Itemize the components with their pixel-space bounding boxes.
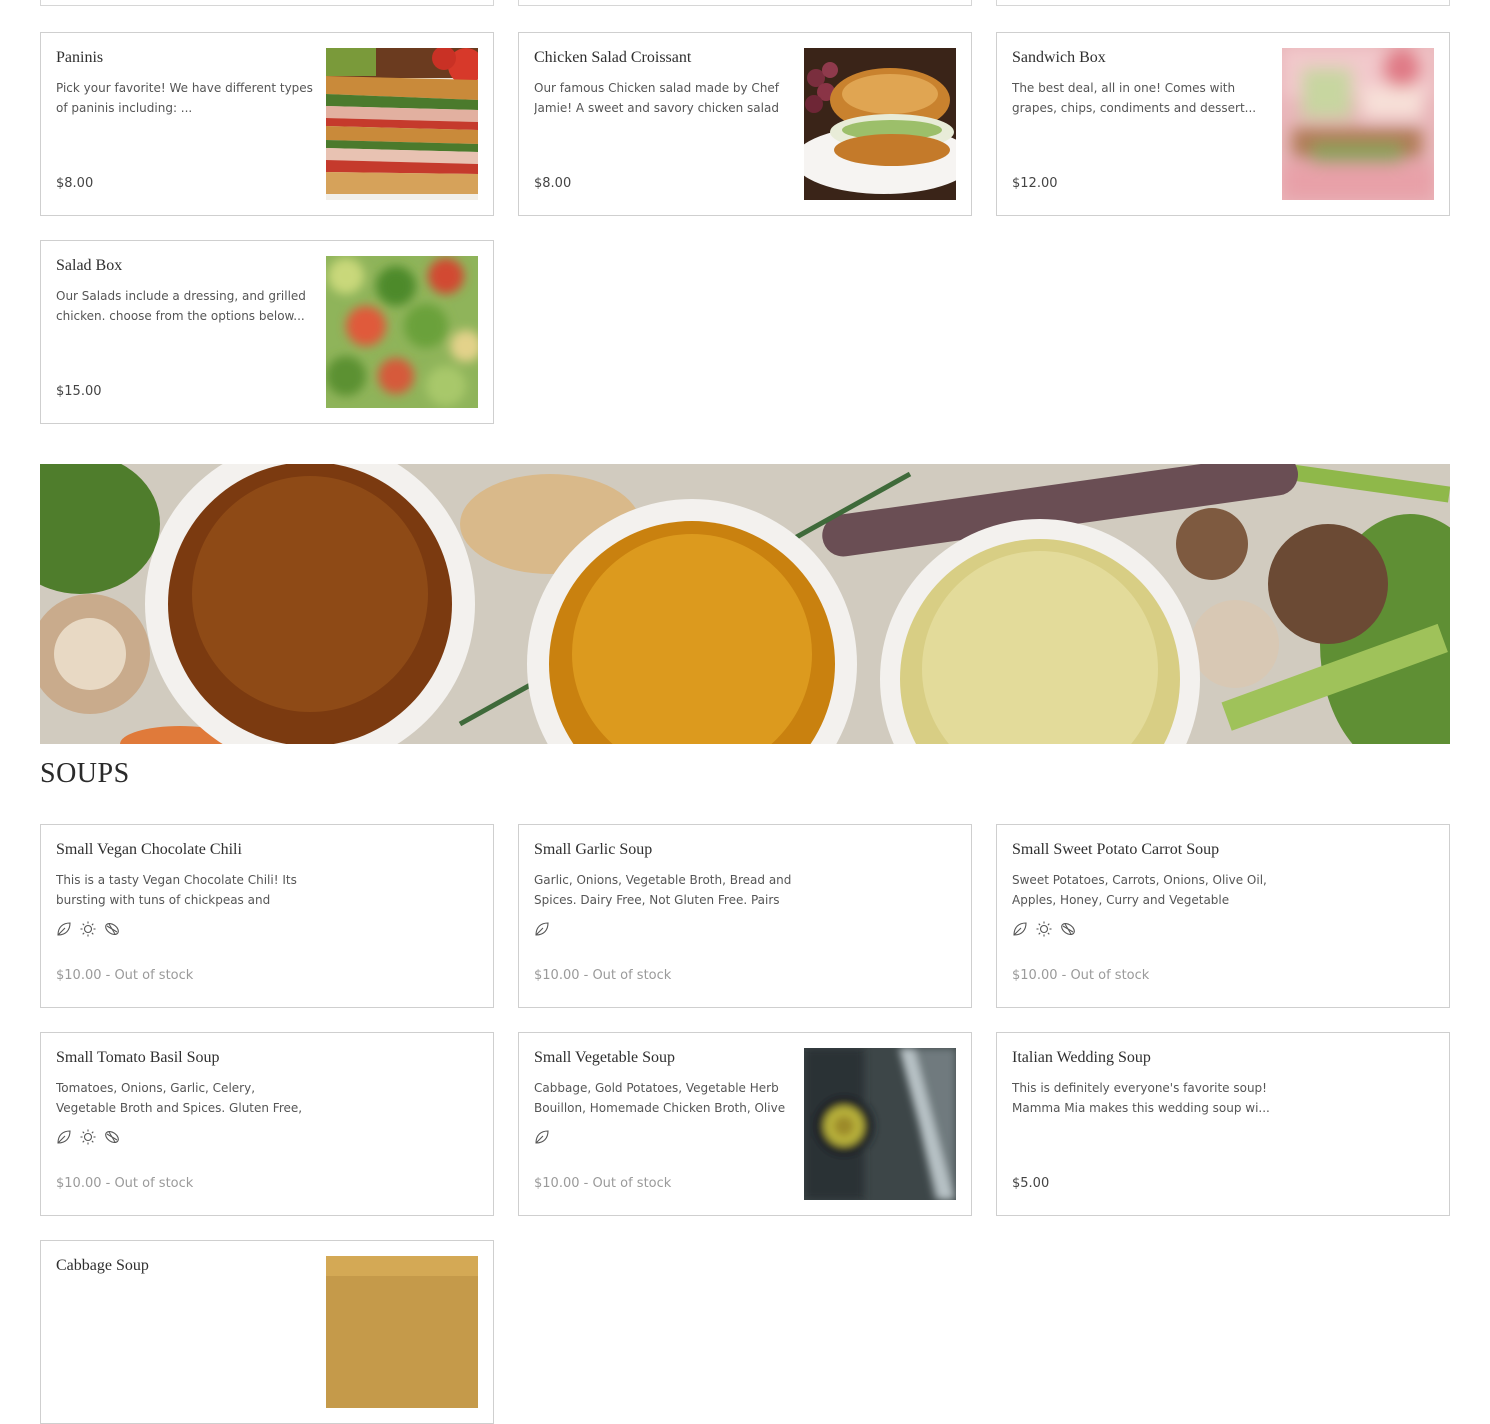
cabbage-soup-photo [326,1256,478,1408]
menu-item-garlic-soup[interactable]: Small Garlic Soup Garlic, Onions, Vegeta… [518,824,972,1008]
spicy-sun-icon [80,1129,96,1145]
item-description: This is a tasty Vegan Chocolate Chili! I… [56,873,297,907]
item-price: $8.00 [56,176,94,191]
item-description: Garlic, Onions, Vegetable Broth, Bread a… [534,873,792,907]
menu-item-paninis[interactable]: Paninis Pick your favorite! We have diff… [40,32,494,216]
spicy-sun-icon [1036,921,1052,937]
vegan-leaf-icon [1012,921,1028,937]
item-price: $12.00 [1012,176,1058,191]
panini-photo [326,48,478,200]
item-title: Small Sweet Potato Carrot Soup [1012,841,1220,858]
menu-item-vegan-chocolate-chili[interactable]: Small Vegan Chocolate Chili This is a ta… [40,824,494,1008]
menu-card-partial[interactable] [40,0,494,6]
menu-item-vegetable-soup[interactable]: Small Vegetable Soup Cabbage, Gold Potat… [518,1032,972,1216]
croissant-photo [804,48,956,200]
menu-card-partial[interactable] [996,0,1450,6]
item-price: $10.00 - Out of stock [56,968,194,983]
item-title: Small Garlic Soup [534,841,653,858]
item-title: Sandwich Box [1012,49,1106,66]
spicy-sun-icon [80,921,96,937]
item-title: Chicken Salad Croissant [534,49,692,66]
item-description: Our famous Chicken salad made by Chef Ja… [534,81,780,115]
vegetable-soup-photo [804,1048,956,1200]
salad-photo [326,256,478,408]
item-title: Paninis [56,49,104,66]
item-price: $10.00 - Out of stock [534,1176,672,1191]
item-price: $10.00 - Out of stock [1012,968,1150,983]
dietary-icons [1012,921,1076,937]
gluten-free-icon [104,921,120,937]
dietary-icons [56,1129,120,1145]
menu-item-sandwich-box[interactable]: Sandwich Box The best deal, all in one! … [996,32,1450,216]
item-title: Cabbage Soup [56,1257,149,1274]
item-title: Small Tomato Basil Soup [56,1049,220,1066]
item-title: Salad Box [56,257,123,274]
vegan-leaf-icon [534,1129,550,1145]
soups-banner-image [40,464,1450,744]
item-description: Tomatoes, Onions, Garlic, Celery, Vegeta… [56,1081,303,1115]
menu-item-tomato-basil-soup[interactable]: Small Tomato Basil Soup Tomatoes, Onions… [40,1032,494,1216]
item-title: Small Vegetable Soup [534,1049,676,1066]
vegan-leaf-icon [56,921,72,937]
item-price: $8.00 [534,176,572,191]
sandwich-box-photo [1282,48,1434,200]
item-description: The best deal, all in one! Comes with gr… [1012,81,1257,115]
dietary-icons [534,921,550,937]
vegan-leaf-icon [534,921,550,937]
item-price: $10.00 - Out of stock [56,1176,194,1191]
dietary-icons [534,1129,550,1145]
gluten-free-icon [1060,921,1076,937]
item-description: Sweet Potatoes, Carrots, Onions, Olive O… [1012,873,1267,907]
menu-item-cabbage-soup[interactable]: Cabbage Soup [40,1240,494,1424]
item-description: Pick your favorite! We have different ty… [56,81,313,115]
dietary-icons [56,921,120,937]
section-title-soups: SOUPS [40,758,130,789]
item-title: Small Vegan Chocolate Chili [56,841,242,858]
item-price: $5.00 [1012,1176,1050,1191]
item-description: Cabbage, Gold Potatoes, Vegetable Herb B… [534,1081,786,1115]
menu-card-partial[interactable] [518,0,972,6]
vegan-leaf-icon [56,1129,72,1145]
item-description: This is definitely everyone's favorite s… [1012,1081,1270,1115]
item-title: Italian Wedding Soup [1012,1049,1151,1066]
item-price: $10.00 - Out of stock [534,968,672,983]
menu-item-sweet-potato-carrot-soup[interactable]: Small Sweet Potato Carrot Soup Sweet Pot… [996,824,1450,1008]
item-price: $15.00 [56,384,102,399]
gluten-free-icon [104,1129,120,1145]
menu-item-salad-box[interactable]: Salad Box Our Salads include a dressing,… [40,240,494,424]
item-description: Our Salads include a dressing, and grill… [56,289,306,323]
menu-item-italian-wedding-soup[interactable]: Italian Wedding Soup This is definitely … [996,1032,1450,1216]
menu-item-chicken-salad-croissant[interactable]: Chicken Salad Croissant Our famous Chick… [518,32,972,216]
